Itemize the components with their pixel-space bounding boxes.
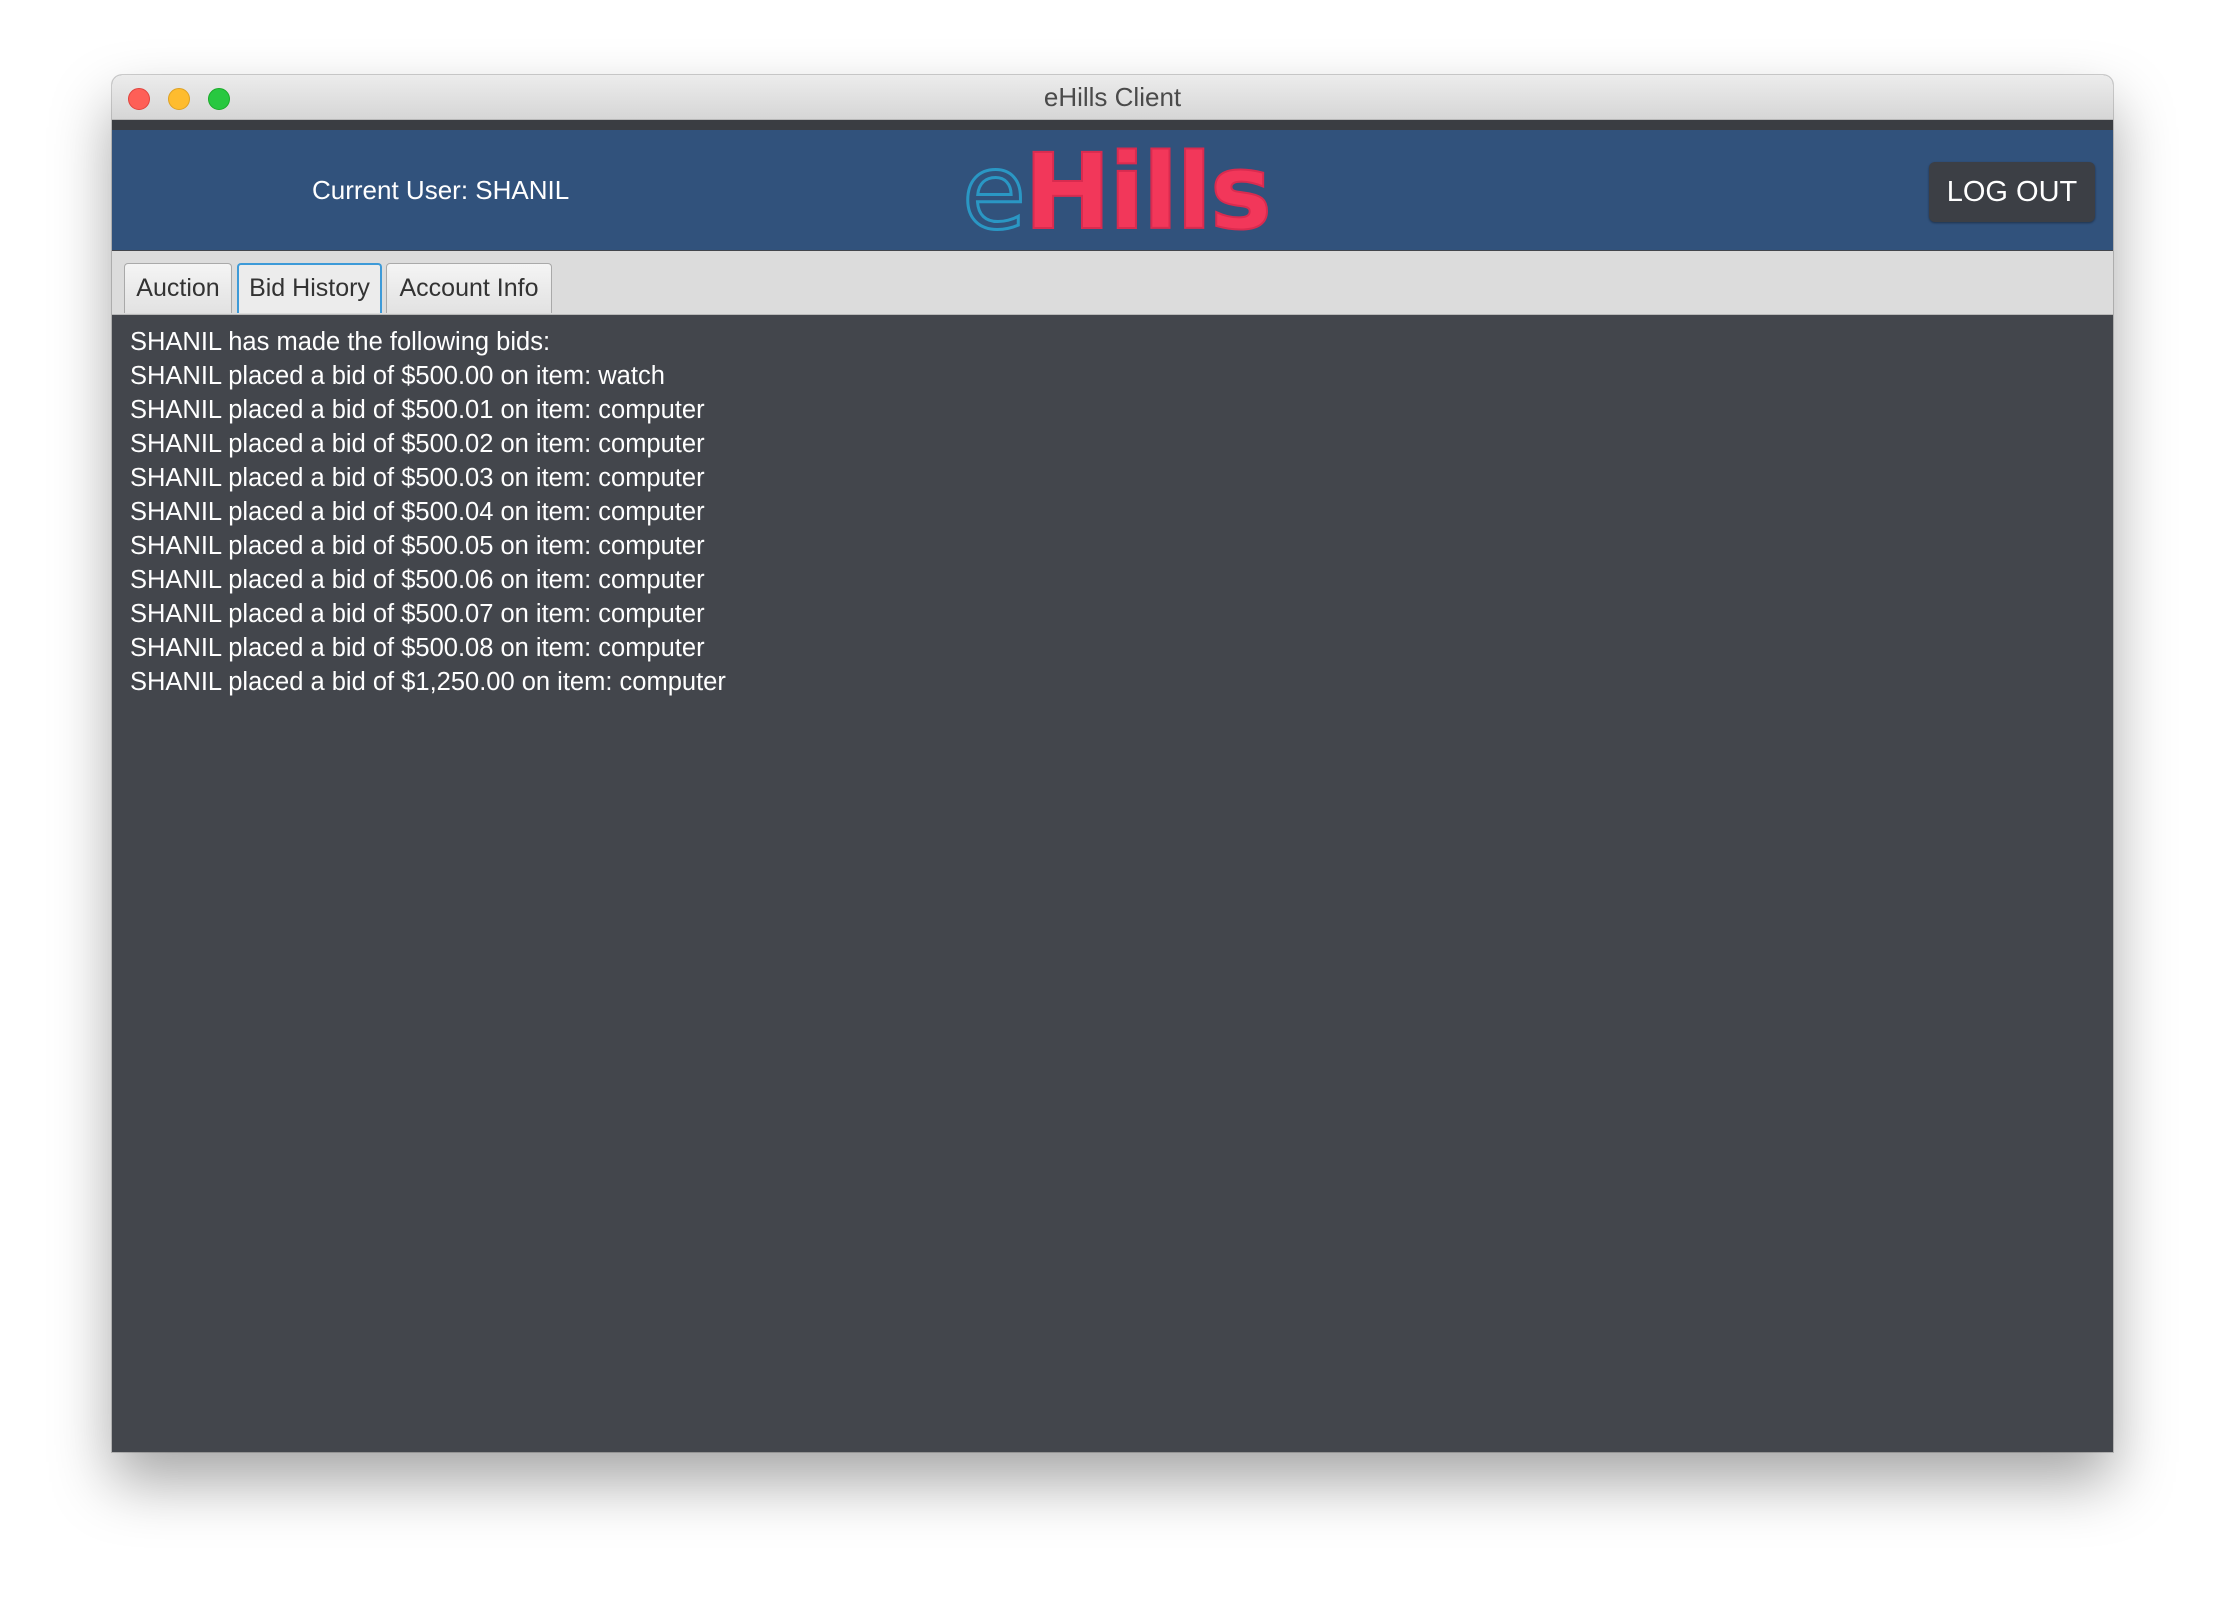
- list-item: SHANIL placed a bid of $500.01 on item: …: [130, 396, 705, 424]
- app-window: eHills Client Current User: SHANIL eHill…: [112, 75, 2113, 1452]
- list-item: SHANIL placed a bid of $500.05 on item: …: [130, 532, 705, 560]
- current-user-label: Current User: SHANIL: [312, 175, 570, 205]
- ehills-logo: eHills: [961, 137, 1382, 248]
- list-item: SHANIL placed a bid of $500.00 on item: …: [130, 362, 665, 390]
- tab-auction[interactable]: Auction: [124, 263, 232, 313]
- bid-history-heading: SHANIL has made the following bids:: [130, 328, 551, 356]
- list-item: SHANIL placed a bid of $500.06 on item: …: [130, 566, 705, 594]
- title-bar[interactable]: eHills Client: [112, 75, 2113, 120]
- bid-history-list: SHANIL has made the following bids: SHAN…: [130, 325, 726, 699]
- list-item: SHANIL placed a bid of $1,250.00 on item…: [130, 668, 726, 696]
- logo-main: Hills: [1023, 131, 1273, 253]
- tab-bid-history[interactable]: Bid History: [237, 263, 382, 313]
- logout-button[interactable]: LOG OUT: [1929, 162, 2095, 222]
- list-item: SHANIL placed a bid of $500.03 on item: …: [130, 464, 705, 492]
- header-divider: [112, 120, 2113, 130]
- logo-prefix: e: [961, 131, 1028, 253]
- app-header: Current User: SHANIL eHills LOG OUT: [112, 130, 2113, 250]
- bid-history-panel: SHANIL has made the following bids: SHAN…: [112, 315, 2113, 1452]
- list-item: SHANIL placed a bid of $500.07 on item: …: [130, 600, 705, 628]
- window-title: eHills Client: [1043, 82, 1182, 112]
- list-item: SHANIL placed a bid of $500.04 on item: …: [130, 498, 705, 526]
- tab-account-info[interactable]: Account Info: [386, 263, 552, 313]
- list-item: SHANIL placed a bid of $500.08 on item: …: [130, 634, 705, 662]
- list-item: SHANIL placed a bid of $500.02 on item: …: [130, 430, 705, 458]
- tab-bar: Auction Bid History Account Info: [112, 251, 2113, 315]
